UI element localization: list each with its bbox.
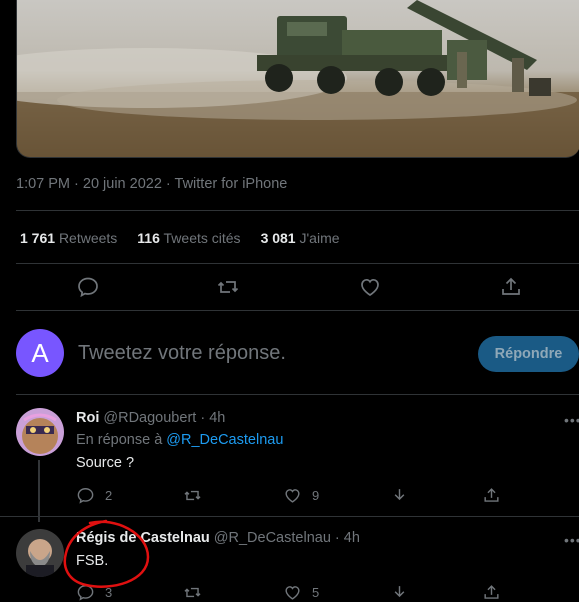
reply-input[interactable]: Tweetez votre réponse. xyxy=(78,342,286,365)
artillery-photo xyxy=(17,0,579,157)
divider xyxy=(16,263,579,264)
share-icon[interactable] xyxy=(499,275,523,299)
tweet-stats: 1 761 Retweets 116 Tweets cités 3 081 J'… xyxy=(20,230,340,246)
tweet-timestamp[interactable]: 1:07 PM · 20 juin 2022 · Twitter for iPh… xyxy=(16,176,287,192)
reply-icon[interactable] xyxy=(76,275,100,299)
downvote-icon xyxy=(394,586,405,598)
reply-button[interactable]: Répondre xyxy=(478,336,579,372)
like-action[interactable]: 9 xyxy=(283,486,319,505)
downvote-icon xyxy=(394,489,405,501)
quote-tweets-stat[interactable]: 116 Tweets cités xyxy=(137,230,240,246)
like-icon xyxy=(285,586,300,600)
author-name[interactable]: Roi xyxy=(76,410,99,426)
more-icon[interactable]: ••• xyxy=(564,532,579,548)
divider xyxy=(16,394,579,395)
author-handle[interactable]: @R_DeCastelnau xyxy=(214,530,331,546)
reply-context: En réponse à @R_DeCastelnau xyxy=(76,432,283,448)
avatar-image xyxy=(16,529,64,577)
like-icon[interactable] xyxy=(358,275,382,299)
reply-context-label: En réponse à xyxy=(76,432,167,448)
divider xyxy=(16,310,579,311)
share-icon xyxy=(484,488,499,502)
retweet-icon[interactable] xyxy=(216,275,240,299)
downvote-action[interactable] xyxy=(390,486,409,505)
likes-stat[interactable]: 3 081 J'aime xyxy=(261,230,340,246)
red-annotation-circle xyxy=(63,519,150,588)
like-count: 5 xyxy=(312,585,320,600)
reply-header: Roi @RDagoubert · 4h xyxy=(76,410,225,426)
share-icon xyxy=(484,585,499,599)
avatar-image xyxy=(16,408,64,456)
reply-time[interactable]: 4h xyxy=(209,410,225,426)
thread-connector xyxy=(38,460,40,522)
user-avatar[interactable]: A xyxy=(16,329,64,377)
separator: · xyxy=(200,410,206,426)
share-action[interactable] xyxy=(482,486,501,505)
reply-action[interactable]: 2 xyxy=(76,486,112,505)
reply-icon xyxy=(77,488,94,504)
tweet-media-image[interactable] xyxy=(16,0,579,158)
retweets-stat[interactable]: 1 761 Retweets xyxy=(20,230,117,246)
reply-text: Source ? xyxy=(76,455,135,471)
retweet-action[interactable] xyxy=(183,486,212,505)
more-icon[interactable]: ••• xyxy=(564,412,579,428)
like-action[interactable]: 5 xyxy=(283,583,319,602)
reply-time[interactable]: 4h xyxy=(344,530,360,546)
reply-count: 2 xyxy=(105,488,113,503)
reply-to-link[interactable]: @R_DeCastelnau xyxy=(166,432,283,448)
retweet-icon xyxy=(184,587,201,598)
like-count: 9 xyxy=(312,488,320,503)
reply-avatar[interactable] xyxy=(16,408,64,456)
separator: · xyxy=(334,530,340,546)
reply-avatar[interactable] xyxy=(16,529,64,577)
author-handle[interactable]: @RDagoubert xyxy=(103,410,196,426)
downvote-action[interactable] xyxy=(390,583,409,602)
tweet-action-bar xyxy=(16,275,579,301)
retweet-icon xyxy=(184,490,201,501)
share-action[interactable] xyxy=(482,583,501,602)
retweet-action[interactable] xyxy=(183,583,212,602)
like-icon xyxy=(285,489,300,503)
divider xyxy=(16,210,579,211)
